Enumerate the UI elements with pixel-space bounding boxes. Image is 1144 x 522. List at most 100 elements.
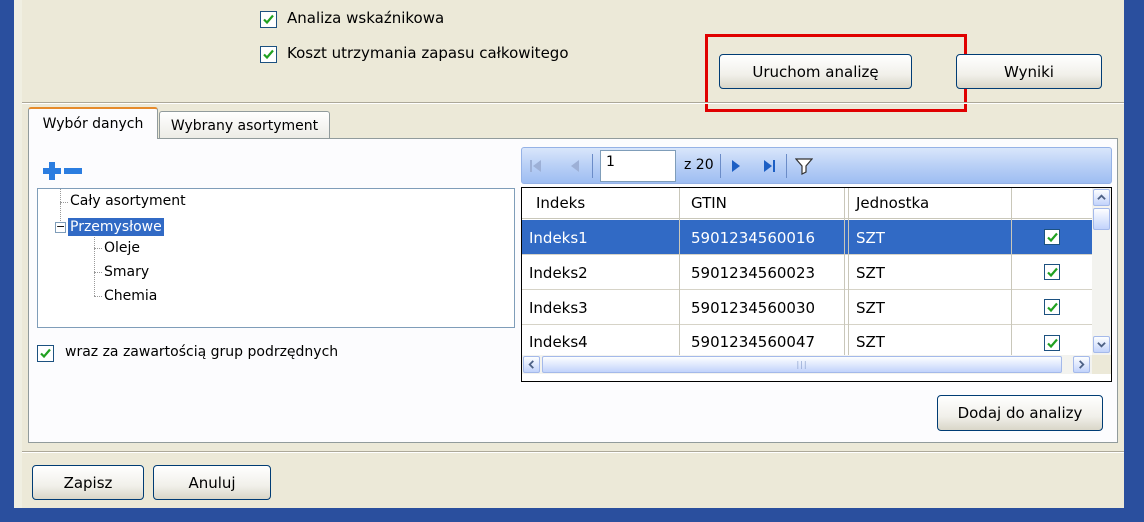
collapse-all-icon[interactable] bbox=[63, 161, 83, 181]
inventory-cost-label: Koszt utrzymania zapasu całkowitego bbox=[287, 44, 569, 62]
chevron-up-icon bbox=[1097, 194, 1106, 200]
ratio-analysis-label: Analiza wskaźnikowa bbox=[287, 9, 445, 27]
cell-index: Indeks4 bbox=[529, 333, 588, 351]
scrollbar-corner bbox=[1092, 355, 1111, 374]
checkmark-icon bbox=[263, 49, 274, 60]
column-header-gtin[interactable]: GTIN bbox=[691, 194, 727, 212]
cell-unit: SZT bbox=[856, 333, 885, 351]
chevron-right-icon bbox=[1079, 360, 1085, 369]
include-subgroups-checkbox[interactable] bbox=[37, 345, 54, 362]
column-divider bbox=[848, 188, 849, 355]
row-divider bbox=[522, 254, 1092, 255]
tree-connector bbox=[94, 272, 102, 273]
cell-index: Indeks1 bbox=[529, 229, 588, 247]
tab-data-selection-label: Wybór danych bbox=[42, 116, 144, 132]
column-divider bbox=[679, 188, 680, 355]
checkmark-icon bbox=[1046, 232, 1058, 242]
page-total-label: z 20 bbox=[684, 157, 714, 173]
cell-gtin: 5901234560030 bbox=[691, 299, 816, 317]
checkmark-icon bbox=[1046, 338, 1058, 348]
first-page-icon[interactable] bbox=[529, 159, 543, 173]
cancel-button[interactable]: Anuluj bbox=[153, 465, 271, 500]
row-divider bbox=[522, 289, 1092, 290]
pager-bar: 1 z 20 bbox=[521, 147, 1112, 184]
cancel-button-label: Anuluj bbox=[188, 473, 236, 492]
tab-panel: Cały asortyment − Przemysłowe Oleje Smar… bbox=[28, 138, 1118, 443]
table-row[interactable]: Indeks3 5901234560030 SZT bbox=[522, 290, 1092, 325]
tab-selected-assortment[interactable]: Wybrany asortyment bbox=[159, 111, 330, 139]
tree-node-oils[interactable]: Oleje bbox=[104, 240, 140, 256]
row-checkbox[interactable] bbox=[1044, 299, 1060, 315]
tree-connector bbox=[60, 202, 68, 203]
checkmark-icon bbox=[1046, 267, 1058, 277]
checkmark-icon bbox=[40, 348, 51, 359]
previous-page-icon[interactable] bbox=[568, 159, 582, 173]
table-row[interactable]: Indeks4 5901234560047 SZT bbox=[522, 325, 1092, 355]
last-page-icon[interactable] bbox=[762, 159, 776, 173]
tree-connector bbox=[60, 189, 61, 202]
tree-connector bbox=[60, 203, 61, 221]
ratio-analysis-checkbox[interactable] bbox=[260, 11, 277, 28]
pager-separator bbox=[592, 154, 593, 178]
column-header-unit[interactable]: Jednostka bbox=[856, 194, 929, 212]
page-number-input[interactable]: 1 bbox=[600, 150, 676, 182]
expand-all-icon[interactable] bbox=[42, 161, 62, 181]
cell-gtin: 5901234560047 bbox=[691, 333, 816, 351]
horizontal-scroll-thumb[interactable]: ||| bbox=[542, 356, 1062, 373]
grip-icon: ||| bbox=[796, 360, 808, 369]
include-subgroups-label: wraz za zawartością grup podrzędnych bbox=[65, 344, 339, 360]
inventory-cost-checkbox[interactable] bbox=[260, 46, 277, 63]
pager-separator bbox=[786, 154, 787, 178]
cell-gtin: 5901234560023 bbox=[691, 264, 816, 282]
cell-index: Indeks3 bbox=[529, 299, 588, 317]
tree-node-industrial[interactable]: Przemysłowe bbox=[68, 218, 164, 236]
cell-index: Indeks2 bbox=[529, 264, 588, 282]
assortment-tree: Cały asortyment − Przemysłowe Oleje Smar… bbox=[37, 188, 515, 328]
window-frame-bottom bbox=[0, 508, 1144, 522]
results-button-label: Wyniki bbox=[1004, 62, 1054, 81]
scroll-up-button[interactable] bbox=[1093, 189, 1110, 206]
scroll-down-button[interactable] bbox=[1093, 336, 1110, 353]
save-button-label: Zapisz bbox=[63, 473, 113, 492]
row-divider bbox=[522, 324, 1092, 325]
tree-connector bbox=[94, 296, 102, 297]
results-button[interactable]: Wyniki bbox=[956, 54, 1102, 89]
next-page-icon[interactable] bbox=[729, 159, 743, 173]
collapse-node-icon[interactable]: − bbox=[55, 221, 66, 233]
grid-header bbox=[522, 188, 1092, 219]
table-row[interactable]: Indeks1 5901234560016 SZT bbox=[522, 220, 1092, 255]
tab-data-selection[interactable]: Wybór danych bbox=[28, 107, 158, 139]
tree-connector bbox=[94, 237, 95, 296]
tree-connector bbox=[94, 248, 102, 249]
chevron-down-icon bbox=[1097, 342, 1106, 348]
column-divider bbox=[1011, 188, 1012, 355]
scroll-left-button[interactable] bbox=[523, 356, 540, 373]
row-checkbox[interactable] bbox=[1044, 229, 1060, 245]
checkmark-icon bbox=[1046, 302, 1058, 312]
window-frame-left-inner bbox=[14, 0, 22, 522]
save-button[interactable]: Zapisz bbox=[32, 465, 144, 500]
column-header-index[interactable]: Indeks bbox=[536, 194, 585, 212]
tab-selected-assortment-label: Wybrany asortyment bbox=[170, 117, 319, 134]
tree-node-chemistry[interactable]: Chemia bbox=[104, 288, 157, 304]
table-row[interactable]: Indeks2 5901234560023 SZT bbox=[522, 255, 1092, 290]
cell-gtin: 5901234560016 bbox=[691, 229, 816, 247]
bottom-separator bbox=[22, 451, 1124, 453]
column-divider bbox=[844, 188, 845, 355]
top-separator bbox=[22, 102, 1124, 104]
cell-unit: SZT bbox=[856, 229, 885, 247]
tree-node-all-assortment[interactable]: Cały asortyment bbox=[70, 193, 186, 209]
tree-node-greases[interactable]: Smary bbox=[104, 264, 149, 280]
cell-unit: SZT bbox=[856, 264, 885, 282]
add-to-analysis-button[interactable]: Dodaj do analizy bbox=[937, 395, 1103, 431]
pager-separator bbox=[720, 154, 721, 178]
row-checkbox[interactable] bbox=[1044, 264, 1060, 280]
scroll-right-button[interactable] bbox=[1073, 356, 1090, 373]
row-checkbox[interactable] bbox=[1044, 335, 1060, 351]
filter-icon[interactable] bbox=[795, 157, 813, 175]
dialog-client-area: Analiza wskaźnikowa Koszt utrzymania zap… bbox=[22, 0, 1124, 508]
checkmark-icon bbox=[263, 14, 274, 25]
vertical-scroll-thumb[interactable] bbox=[1093, 208, 1110, 230]
cell-unit: SZT bbox=[856, 299, 885, 317]
assortment-grid: Indeks GTIN Jednostka Indeks1 5901234560… bbox=[521, 187, 1112, 382]
